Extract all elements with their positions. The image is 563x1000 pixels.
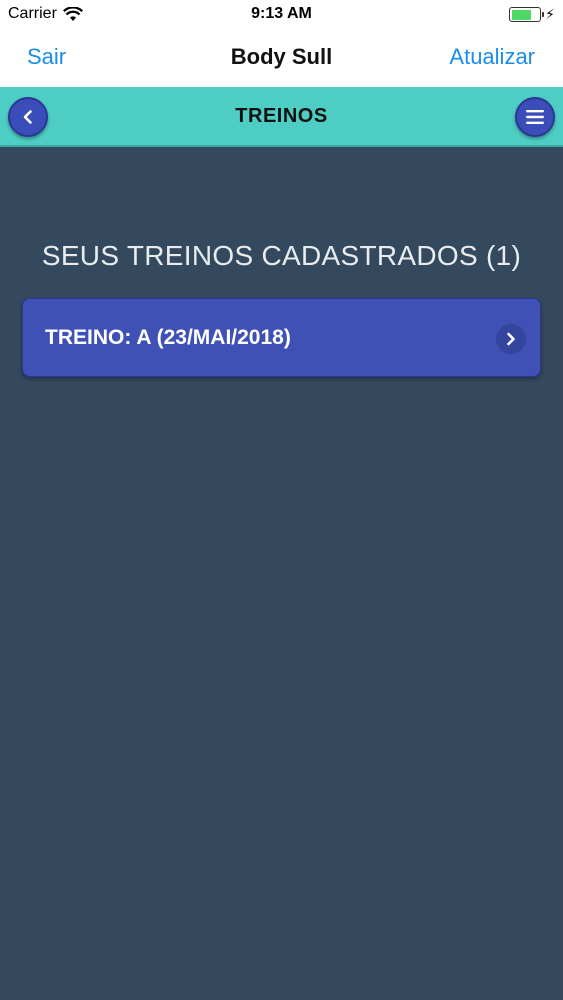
page-title: TREINOS xyxy=(235,105,328,127)
menu-button[interactable] xyxy=(515,97,555,137)
battery-fill xyxy=(511,9,531,20)
list-item-label: TREINO: A (23/MAI/2018) xyxy=(45,326,291,349)
status-time: 9:13 AM xyxy=(251,5,312,22)
section-header: TREINOS xyxy=(0,87,563,147)
charging-bolt-icon: ⚡ xyxy=(545,6,555,22)
battery-icon xyxy=(509,7,545,22)
list-item[interactable]: TREINO: A (23/MAI/2018) xyxy=(22,298,541,377)
hamburger-icon xyxy=(526,110,544,124)
navigation-bar: Sair Body Sull Atualizar xyxy=(0,30,563,87)
chevron-right-icon xyxy=(496,324,526,354)
battery-group: ⚡ xyxy=(509,6,555,23)
refresh-button[interactable]: Atualizar xyxy=(449,44,535,70)
section-title: SEUS TREINOS CADASTRADOS (1) xyxy=(41,240,522,271)
status-bar: Carrier 9:13 AM ⚡ xyxy=(0,0,563,30)
